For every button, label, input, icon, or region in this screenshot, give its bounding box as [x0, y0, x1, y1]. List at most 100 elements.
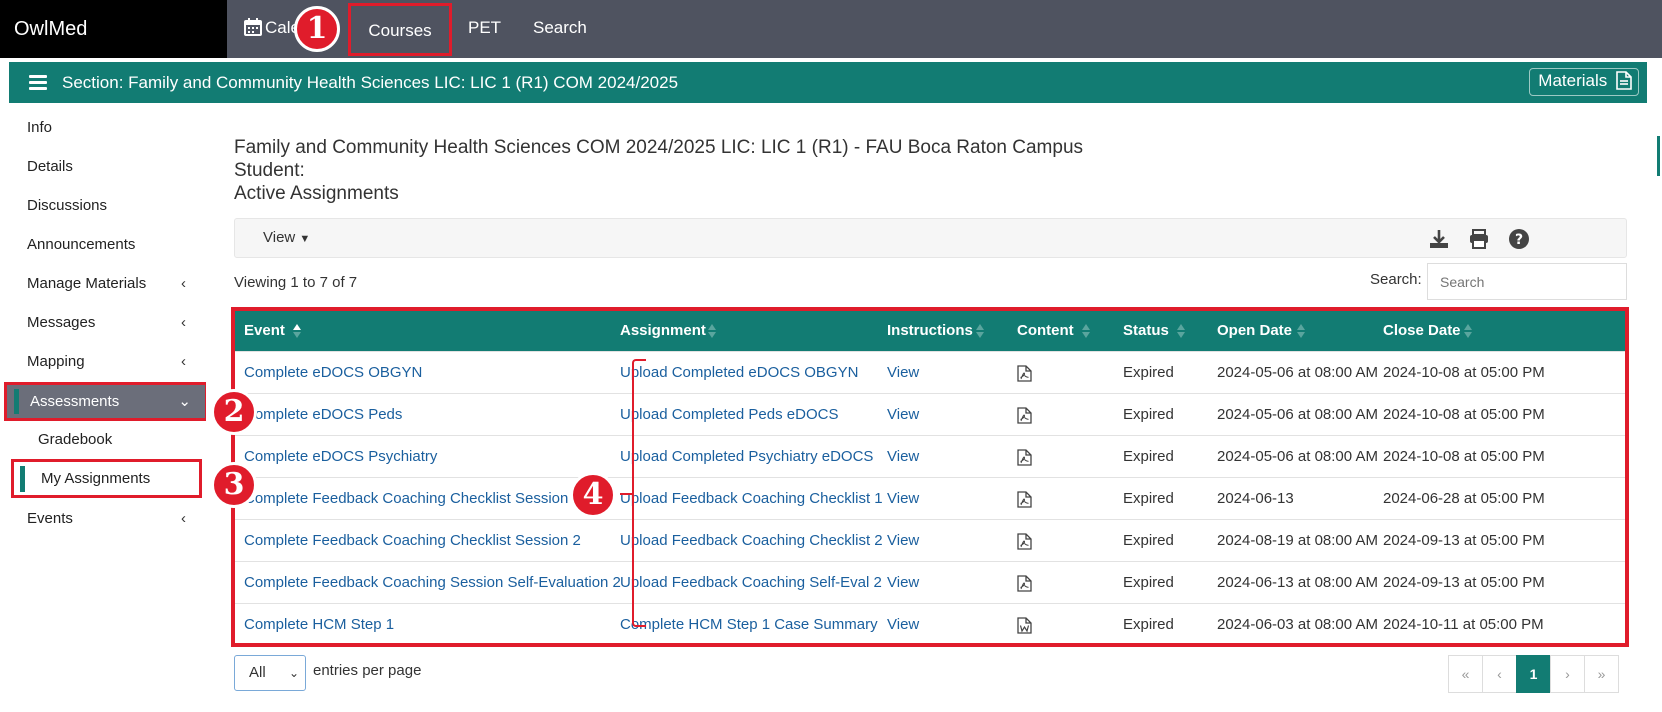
sidebar-item-discussions[interactable]: Discussions — [0, 186, 206, 225]
column-header-status[interactable]: Status — [1123, 311, 1169, 351]
brand-logo[interactable]: OwlMed — [0, 0, 227, 58]
nav-pet[interactable]: PET — [468, 0, 501, 58]
sort-asc-icon[interactable] — [293, 323, 301, 339]
sidebar-item-announcements[interactable]: Announcements — [0, 225, 206, 264]
pagination-page-1[interactable]: 1 — [1516, 655, 1551, 693]
assignment-link[interactable]: Upload Feedback Coaching Checklist 2 — [620, 520, 883, 562]
event-link[interactable]: Complete eDOCS Psychiatry — [244, 436, 437, 478]
status-cell: Expired — [1123, 616, 1174, 633]
sidebar-item-label: Announcements — [27, 236, 136, 253]
assignment-link[interactable]: Complete HCM Step 1 Case Summary — [620, 604, 878, 646]
view-label: View — [263, 229, 296, 246]
sidebar-item-messages[interactable]: Messages ‹ — [0, 303, 206, 342]
instructions-view-link[interactable]: View — [887, 352, 919, 394]
sidebar-item-my-assignments[interactable]: My Assignments — [11, 459, 202, 498]
column-label: Instructions — [887, 322, 973, 339]
page-title: Family and Community Health Sciences COM… — [234, 136, 1083, 205]
event-link[interactable]: Complete Feedback Coaching Checklist Ses… — [244, 520, 581, 562]
hamburger-menu-icon[interactable] — [29, 75, 47, 90]
column-header-open-date[interactable]: Open Date — [1217, 311, 1292, 351]
sidebar-item-assessments[interactable]: Assessments ⌄ — [4, 382, 208, 421]
column-header-close-date[interactable]: Close Date — [1383, 311, 1461, 351]
sort-icon[interactable] — [1297, 323, 1305, 339]
event-link[interactable]: Complete Feedback Coaching Session Self-… — [244, 562, 621, 604]
column-header-content[interactable]: Content — [1017, 311, 1074, 351]
open-date-cell: 2024-05-06 at 08:00 AM — [1217, 448, 1378, 465]
sidebar-item-label: My Assignments — [41, 470, 151, 487]
instructions-view-link[interactable]: View — [887, 478, 919, 520]
sidebar-item-gradebook[interactable]: Gradebook — [0, 420, 206, 459]
section-title: Section: Family and Community Health Sci… — [62, 73, 679, 92]
pagination-last[interactable]: » — [1584, 655, 1619, 693]
column-label: Open Date — [1217, 322, 1293, 339]
nav-courses[interactable]: Courses — [348, 3, 452, 56]
column-header-event[interactable]: Event — [244, 311, 285, 351]
table-header: Event Assignment Instructions Content St… — [235, 311, 1625, 351]
sort-icon[interactable] — [708, 323, 716, 339]
instructions-view-link[interactable]: View — [887, 520, 919, 562]
assignment-link[interactable]: Upload Feedback Coaching Checklist 1 — [620, 478, 883, 520]
pdf-icon[interactable] — [1017, 449, 1032, 466]
materials-button[interactable]: Materials — [1529, 68, 1639, 96]
event-link[interactable]: Complete Feedback Coaching Checklist Ses… — [244, 478, 581, 520]
sidebar-item-details[interactable]: Details — [0, 147, 206, 186]
sidebar-item-events[interactable]: Events ‹ — [0, 499, 206, 538]
nav-calendar[interactable]: Cale — [244, 0, 300, 58]
assignments-table: Event Assignment Instructions Content St… — [231, 307, 1629, 647]
event-link[interactable]: Complete HCM Step 1 — [244, 604, 394, 646]
status-cell: Expired — [1123, 448, 1174, 465]
pdf-icon[interactable] — [1017, 533, 1032, 550]
event-link[interactable]: Complete eDOCS OBGYN — [244, 352, 422, 394]
pdf-icon[interactable] — [1017, 575, 1032, 592]
scrollbar-indicator[interactable] — [1657, 136, 1660, 176]
view-dropdown[interactable]: View ▼ — [263, 219, 310, 258]
help-icon[interactable]: ? — [1508, 228, 1530, 250]
table-row: Complete eDOCS Peds Upload Completed Peds… — [235, 393, 1625, 435]
top-navbar: OwlMed Cale Courses PET Search — [0, 0, 1662, 58]
table-row: Complete HCM Step 1 Complete HCM Step 1 C… — [235, 603, 1625, 645]
close-date-cell: 2024-10-08 at 05:00 PM — [1383, 406, 1545, 423]
instructions-view-link[interactable]: View — [887, 394, 919, 436]
close-date-cell: 2024-10-08 at 05:00 PM — [1383, 448, 1545, 465]
chevron-down-icon: ⌄ — [178, 393, 191, 410]
download-icon[interactable] — [1428, 228, 1450, 250]
assignment-link[interactable]: Upload Completed Peds eDOCS — [620, 394, 838, 436]
table-row: Complete Feedback Coaching Checklist Ses… — [235, 519, 1625, 561]
instructions-view-link[interactable]: View — [887, 604, 919, 646]
chevron-left-icon: ‹ — [181, 353, 186, 370]
print-icon[interactable] — [1468, 228, 1490, 250]
sort-icon[interactable] — [1464, 323, 1472, 339]
word-icon[interactable] — [1017, 617, 1032, 634]
pagination-first[interactable]: « — [1448, 655, 1483, 693]
sidebar-item-info[interactable]: Info — [0, 108, 206, 147]
pagination-prev[interactable]: ‹ — [1482, 655, 1517, 693]
pdf-icon[interactable] — [1017, 407, 1032, 424]
sort-icon[interactable] — [1177, 323, 1185, 339]
search-input[interactable] — [1427, 263, 1627, 300]
instructions-view-link[interactable]: View — [887, 436, 919, 478]
entries-per-page-select[interactable]: All ⌄ — [234, 655, 306, 691]
assignment-link[interactable]: Upload Feedback Coaching Self-Eval 2 — [620, 562, 882, 604]
pdf-icon[interactable] — [1017, 365, 1032, 382]
assignment-link[interactable]: Upload Completed Psychiatry eDOCS — [620, 436, 873, 478]
status-cell: Expired — [1123, 532, 1174, 549]
pdf-icon[interactable] — [1017, 491, 1032, 508]
status-cell: Expired — [1123, 574, 1174, 591]
assignment-column-bracket-tick — [620, 493, 632, 495]
event-link[interactable]: Complete eDOCS Peds — [244, 394, 402, 436]
sort-icon[interactable] — [1082, 323, 1090, 339]
column-header-instructions[interactable]: Instructions — [887, 311, 973, 351]
sort-icon[interactable] — [976, 323, 984, 339]
column-header-assignment[interactable]: Assignment — [620, 311, 706, 351]
table-row: Complete Feedback Coaching Checklist Ses… — [235, 477, 1625, 519]
student-label: Student: — [234, 160, 305, 181]
sidebar-item-mapping[interactable]: Mapping ‹ — [0, 342, 206, 381]
pagination-next[interactable]: › — [1550, 655, 1585, 693]
nav-search[interactable]: Search — [533, 0, 587, 58]
status-cell: Expired — [1123, 364, 1174, 381]
svg-text:?: ? — [1515, 232, 1523, 248]
instructions-view-link[interactable]: View — [887, 562, 919, 604]
assignment-link[interactable]: Upload Completed eDOCS OBGYN — [620, 352, 858, 394]
annotation-badge-3: 3 — [211, 462, 257, 508]
sidebar-item-manage-materials[interactable]: Manage Materials ‹ — [0, 264, 206, 303]
